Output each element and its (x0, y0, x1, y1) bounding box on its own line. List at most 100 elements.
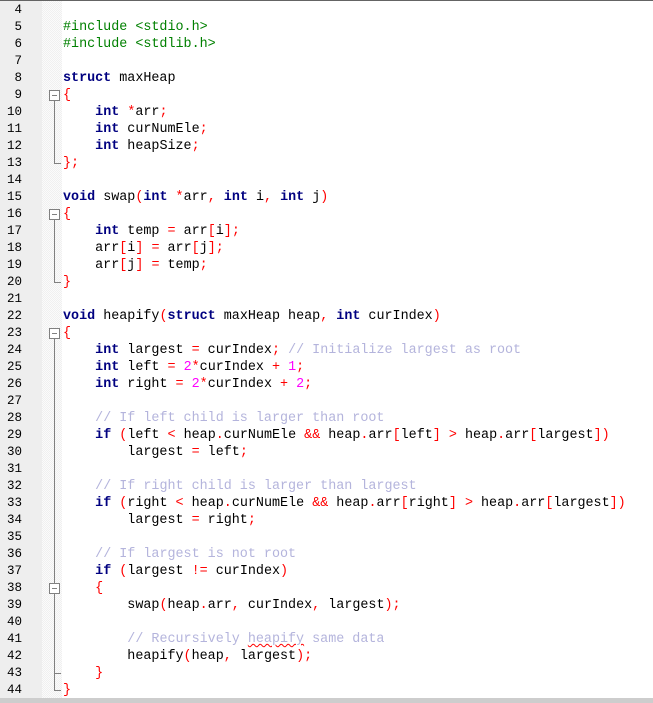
fold-guide-line (54, 546, 55, 563)
code-line[interactable]: 32 // If right child is larger than larg… (0, 478, 653, 495)
code-text[interactable]: int heapSize; (63, 138, 199, 155)
code-text[interactable]: // If left child is larger than root (63, 410, 384, 427)
code-line[interactable]: 38 { (0, 580, 653, 597)
code-line[interactable]: 5 #include <stdio.h> (0, 19, 653, 36)
identifier-token (63, 139, 95, 154)
code-text[interactable]: } (63, 665, 103, 682)
code-text[interactable]: int temp = arr[i]; (63, 223, 240, 240)
fold-guide-line (54, 376, 55, 393)
code-text[interactable]: if (largest != curIndex) (63, 563, 288, 580)
code-line[interactable]: 39 swap(heap.arr, curIndex, largest); (0, 597, 653, 614)
code-text[interactable]: // If right child is larger than largest (63, 478, 417, 495)
fold-end-tick (54, 673, 61, 674)
code-text[interactable]: heapify(heap, largest); (63, 648, 312, 665)
code-line[interactable]: 24 int largest = curIndex; // Initialize… (0, 342, 653, 359)
code-text[interactable]: void swap(int *arr, int i, int j) (63, 189, 328, 206)
operator-token: = (191, 513, 200, 528)
code-line[interactable]: 33 if (right < heap.curNumEle && heap.ar… (0, 495, 653, 512)
code-line[interactable]: 21 (0, 291, 653, 308)
code-line[interactable]: 35 (0, 529, 653, 546)
code-text[interactable]: arr[i] = arr[j]; (63, 240, 224, 257)
code-line[interactable]: 11 int curNumEle; (0, 121, 653, 138)
operator-token: ; (199, 122, 208, 137)
line-number: 32 (6, 479, 22, 493)
code-line[interactable]: 14 (0, 172, 653, 189)
code-line[interactable]: 25 int left = 2*curIndex + 1; (0, 359, 653, 376)
operator-token: [ (207, 224, 216, 239)
code-line[interactable]: 12 int heapSize; (0, 138, 653, 155)
fold-collapse-icon[interactable] (42, 325, 62, 342)
code-line[interactable]: 19 arr[j] = temp; (0, 257, 653, 274)
code-line[interactable]: 34 largest = right; (0, 512, 653, 529)
code-text[interactable]: #include <stdio.h> (63, 19, 208, 36)
code-line[interactable]: 30 largest = left; (0, 444, 653, 461)
code-line[interactable]: 29 if (left < heap.curNumEle && heap.arr… (0, 427, 653, 444)
fold-collapse-icon[interactable] (42, 87, 62, 104)
code-line[interactable]: 26 int right = 2*curIndex + 2; (0, 376, 653, 393)
fold-end-corner (54, 274, 61, 283)
operator-token: . (513, 496, 522, 511)
code-line[interactable]: 15 void swap(int *arr, int i, int j) (0, 189, 653, 206)
code-text[interactable]: int left = 2*curIndex + 1; (63, 359, 304, 376)
code-line[interactable]: 40 (0, 614, 653, 631)
code-line[interactable]: 31 (0, 461, 653, 478)
code-text[interactable]: if (left < heap.curNumEle && heap.arr[le… (63, 427, 609, 444)
preprocessor-token: #include <stdlib.h> (63, 37, 216, 52)
code-text[interactable]: struct maxHeap (63, 70, 176, 87)
code-text[interactable]: int largest = curIndex; // Initialize la… (63, 342, 521, 359)
code-line[interactable]: 13}; (0, 155, 653, 172)
code-text[interactable]: } (63, 274, 71, 291)
code-text[interactable]: } (63, 682, 71, 698)
operator-token: ] (432, 428, 441, 443)
code-line[interactable]: 22 void heapify(struct maxHeap heap, int … (0, 308, 653, 325)
code-text[interactable]: // Recursively heapify same data (63, 631, 384, 648)
code-line[interactable]: 43 } (0, 665, 653, 682)
code-text[interactable]: int right = 2*curIndex + 2; (63, 376, 312, 393)
fold-guide (42, 648, 62, 665)
keyword-token: struct (63, 71, 112, 86)
code-line[interactable]: 44} (0, 682, 653, 698)
code-text[interactable]: swap(heap.arr, curIndex, largest); (63, 597, 400, 614)
code-line[interactable]: 28 // If left child is larger than root (0, 410, 653, 427)
fold-guide (42, 597, 62, 614)
code-line[interactable]: 27 (0, 393, 653, 410)
identifier-token: arr (505, 428, 530, 443)
code-line[interactable]: 20} (0, 274, 653, 291)
code-editor[interactable]: 4 5 #include <stdio.h> 6 #include <stdlib.h>… (0, 0, 653, 698)
code-text[interactable]: { (63, 580, 103, 597)
horizontal-scrollbar[interactable] (0, 698, 653, 703)
code-text[interactable]: int *arr; (63, 104, 167, 121)
code-line[interactable]: 8 struct maxHeap (0, 70, 653, 87)
code-text[interactable]: { (63, 325, 71, 342)
code-text[interactable]: { (63, 87, 71, 104)
code-line[interactable]: 7 (0, 53, 653, 70)
comment-token: // If right child is larger than largest (95, 479, 417, 494)
code-line[interactable]: 4 (0, 2, 653, 19)
code-text[interactable]: arr[j] = temp; (63, 257, 208, 274)
code-line[interactable]: 23 { (0, 325, 653, 342)
fold-collapse-icon[interactable] (42, 580, 62, 597)
code-line[interactable]: 37 if (largest != curIndex) (0, 563, 653, 580)
code-text[interactable]: if (right < heap.curNumEle && heap.arr[r… (63, 495, 626, 512)
code-text[interactable]: void heapify(struct maxHeap heap, int cu… (63, 308, 441, 325)
code-lines[interactable]: 4 5 #include <stdio.h> 6 #include <stdlib.h>… (0, 2, 653, 698)
code-text[interactable]: int curNumEle; (63, 121, 208, 138)
code-line[interactable]: 10 int *arr; (0, 104, 653, 121)
code-line[interactable]: 18 arr[i] = arr[j]; (0, 240, 653, 257)
identifier-token: arr (159, 241, 192, 256)
code-line[interactable]: 9{ (0, 87, 653, 104)
code-line[interactable]: 16 { (0, 206, 653, 223)
code-line[interactable]: 41 // Recursively heapify same data (0, 631, 653, 648)
code-line[interactable]: 17 int temp = arr[i]; (0, 223, 653, 240)
fold-collapse-icon[interactable] (42, 206, 62, 223)
code-text[interactable]: // If largest is not root (63, 546, 296, 563)
identifier-token: heap (191, 649, 224, 664)
code-text[interactable]: }; (63, 155, 79, 172)
code-text[interactable]: largest = right; (63, 512, 256, 529)
code-line[interactable]: 36 // If largest is not root (0, 546, 653, 563)
code-line[interactable]: 6 #include <stdlib.h> (0, 36, 653, 53)
code-text[interactable]: #include <stdlib.h> (63, 36, 216, 53)
code-text[interactable]: { (63, 206, 71, 223)
code-text[interactable]: largest = left; (63, 444, 248, 461)
code-line[interactable]: 42 heapify(heap, largest); (0, 648, 653, 665)
